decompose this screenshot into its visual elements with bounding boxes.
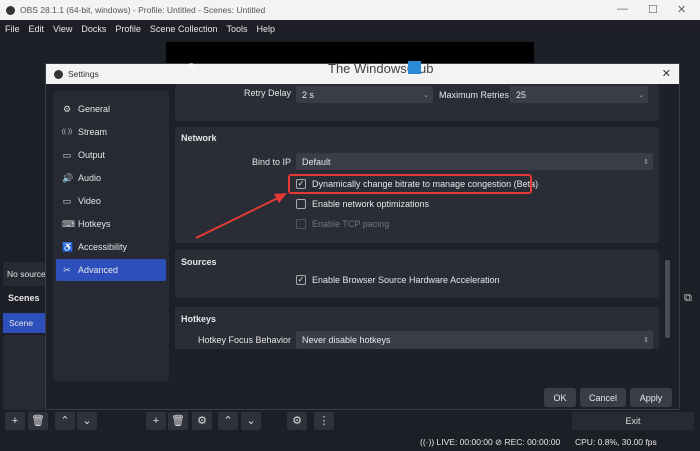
annotation-arrow (195, 193, 287, 239)
mouse-cursor-icon: ↖ (188, 61, 198, 73)
arrow-line (195, 196, 281, 239)
